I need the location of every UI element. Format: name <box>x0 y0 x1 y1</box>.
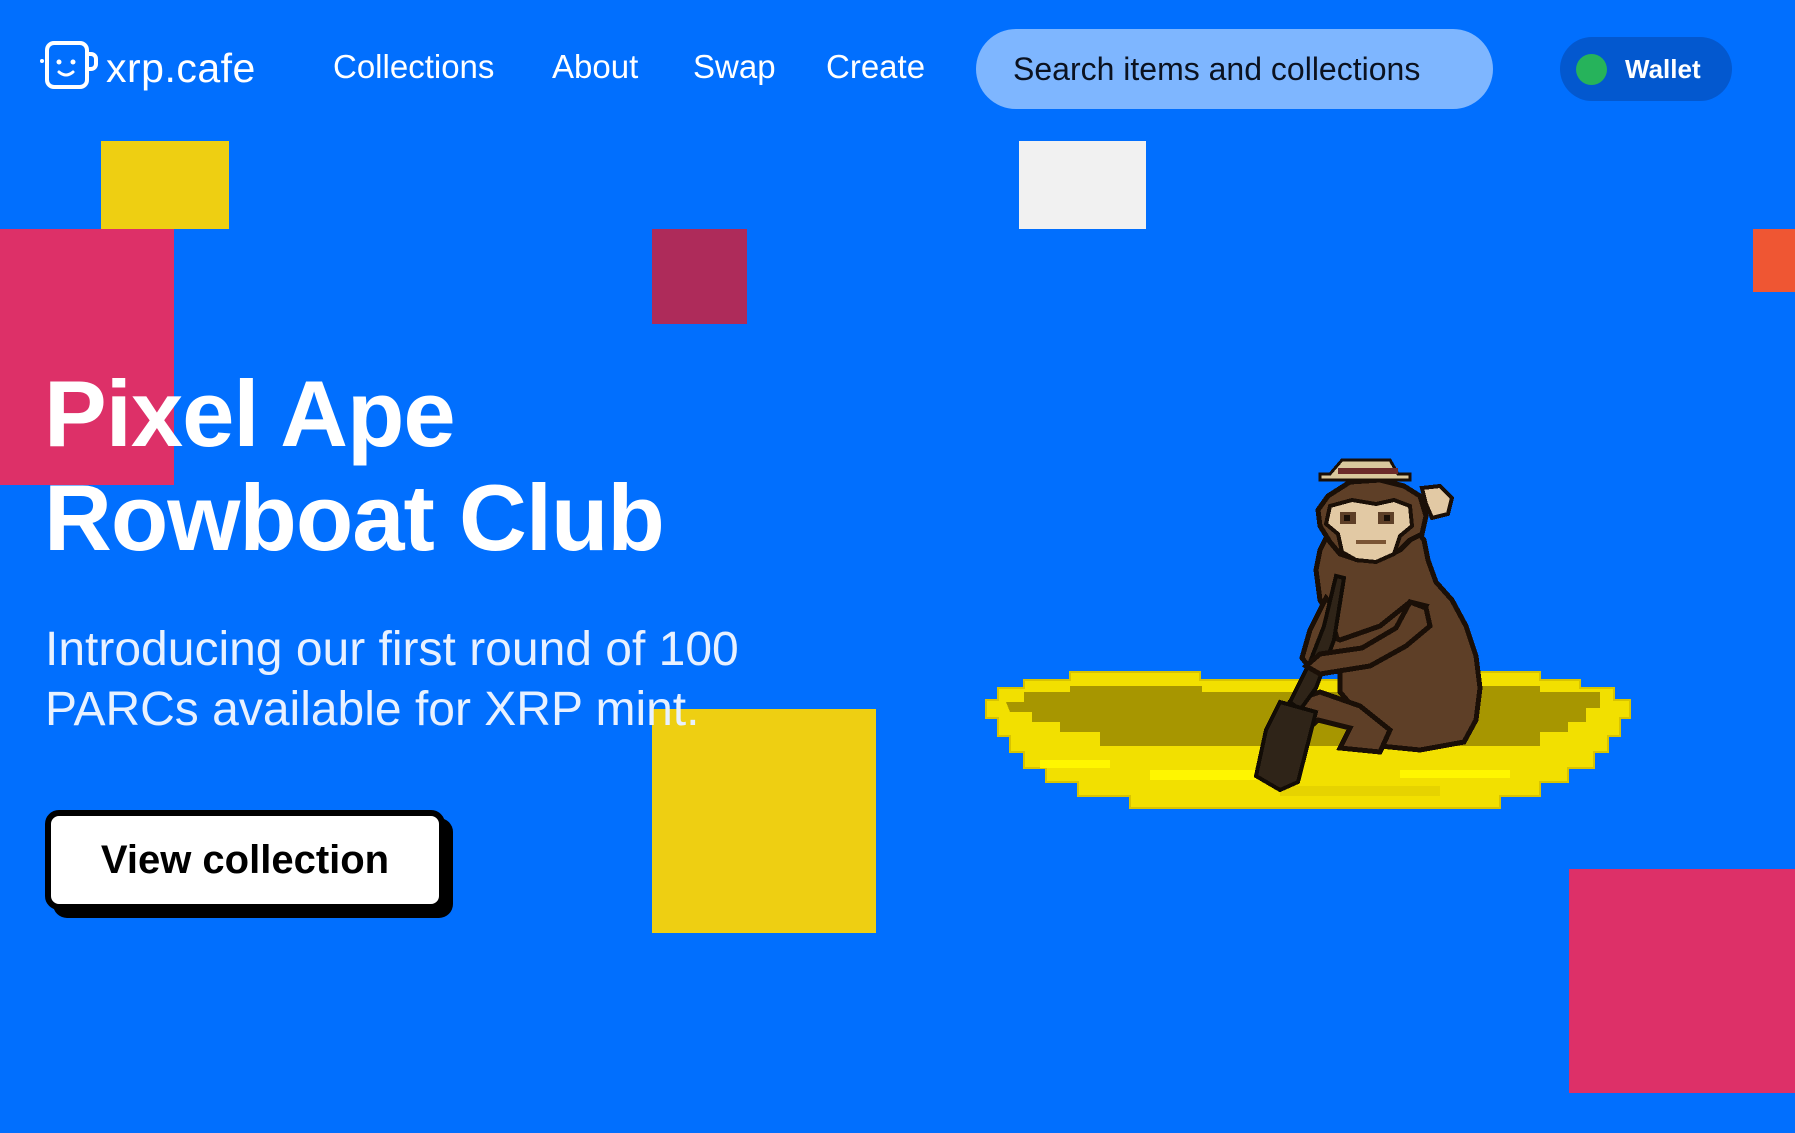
wallet-label: Wallet <box>1625 53 1701 84</box>
hero-title-line-2: Rowboat Club <box>44 465 665 570</box>
nav-swap[interactable]: Swap <box>693 48 776 86</box>
decor-pink-square-bottom <box>1569 869 1795 1093</box>
hero-subtitle-line-1: Introducing our first round of 100 <box>45 623 739 676</box>
search-placeholder: Search items and collections <box>1013 50 1421 87</box>
decor-yellow-square-top <box>101 141 229 229</box>
nav-create[interactable]: Create <box>826 48 925 86</box>
decor-maroon-square <box>652 229 747 324</box>
decor-white-square <box>1019 141 1146 229</box>
hero-title-line-1: Pixel Ape <box>44 361 456 466</box>
logo-text: xrp.cafe <box>106 45 256 91</box>
wallet-button[interactable]: Wallet <box>1560 37 1732 101</box>
search-input[interactable]: Search items and collections <box>976 29 1493 109</box>
nav-about[interactable]: About <box>552 48 638 86</box>
logo[interactable]: xrp.cafe <box>40 40 256 97</box>
coffee-cup-face-icon <box>40 40 98 97</box>
decor-orange-square <box>1753 229 1795 292</box>
wallet-status-dot <box>1576 53 1607 85</box>
ape-rowboat-illustration <box>985 458 1631 809</box>
hero-title: Pixel Ape Rowboat Club <box>44 361 665 570</box>
view-collection-button[interactable]: View collection <box>45 810 445 910</box>
decor-yellow-square-mid <box>652 709 876 933</box>
nav-collections[interactable]: Collections <box>333 48 494 86</box>
hero-subtitle-line-2: PARCs available for XRP mint. <box>45 683 700 736</box>
hero-subtitle: Introducing our first round of 100 PARCs… <box>45 620 825 740</box>
